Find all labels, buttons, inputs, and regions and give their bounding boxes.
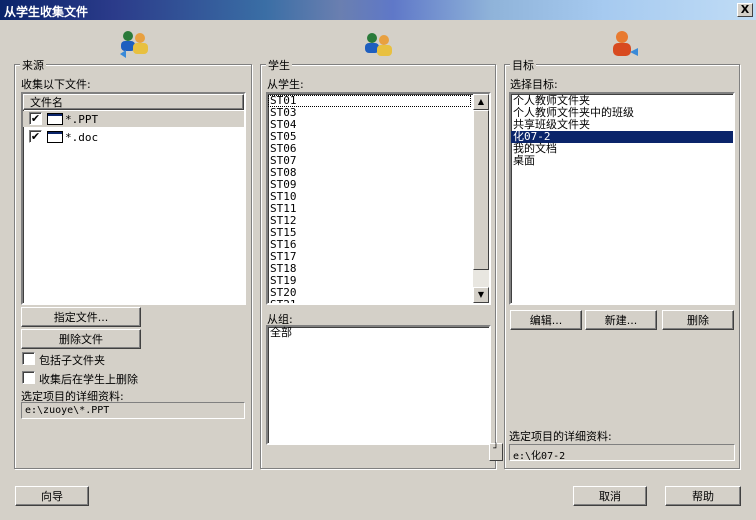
splitter-grip[interactable]: ┘ [489,443,503,461]
target-item[interactable]: 我的文档 [511,143,733,155]
file-checkbox[interactable]: ✔ [29,130,42,143]
target-detail-field: e:\化07-2 [509,444,735,462]
target-legend: 目标 [510,57,536,73]
include-subfolders-checkbox[interactable] [22,352,35,365]
student-item[interactable]: ST07 [268,155,471,167]
include-subfolders-label: 包括子文件夹 [39,354,105,367]
file-name: *.PPT [65,113,99,126]
select-target-label: 选择目标: [510,78,558,91]
student-item[interactable]: ST16 [268,239,471,251]
target-user-icon [613,31,638,56]
student-item[interactable]: ST18 [268,263,471,275]
collect-users-icon [120,31,148,58]
file-name: *.doc [65,131,99,144]
target-detail-label: 选定项目的详细资料: [509,430,612,443]
file-type-icon [47,131,63,143]
wizard-button[interactable]: 向导 [15,486,89,506]
delete-files-button[interactable]: 删除文件 [21,329,141,349]
student-item[interactable]: ST04 [268,119,471,131]
student-list[interactable]: ST01 ST03 ST04 ST05 ST06 ST07 ST08 ST09 ST10 ST11… [266,92,491,305]
specify-files-button[interactable]: 指定文件... [21,307,141,327]
student-item[interactable]: ST05 [268,131,471,143]
student-item[interactable]: ST19 [268,275,471,287]
close-button[interactable]: X [737,3,753,17]
cancel-button[interactable]: 取消 [573,486,647,506]
student-item[interactable]: ST08 [268,167,471,179]
scroll-down-arrow[interactable]: ▼ [473,287,489,303]
student-item[interactable]: ST09 [268,179,471,191]
target-list[interactable]: 个人教师文件夹 个人教师文件夹中的班级 共享班级文件夹 化07-2 我的文档 桌面 [509,92,735,305]
student-item[interactable]: ST20 [268,287,471,299]
file-row[interactable]: ✔ *.doc [23,129,244,145]
group-item[interactable]: 全部 [268,327,489,339]
student-item[interactable]: ST15 [268,227,471,239]
group-list[interactable]: 全部 [266,325,491,445]
delete-target-button[interactable]: 删除 [662,310,734,330]
filename-column-header[interactable]: 文件名 [23,94,244,110]
students-icon [365,33,392,56]
student-list-scrollbar[interactable]: ▲ ▼ [473,94,489,303]
file-row[interactable]: ✔ *.PPT [23,111,244,127]
new-target-button[interactable]: 新建... [585,310,657,330]
student-item[interactable]: ST10 [268,191,471,203]
scroll-thumb[interactable] [473,110,489,270]
student-item[interactable]: ST21 [268,299,471,304]
help-button[interactable]: 帮助 [665,486,741,506]
window-title: 从学生收集文件 [4,5,89,19]
source-detail-field: e:\zuoye\*.PPT [21,402,245,419]
student-item[interactable]: ST17 [268,251,471,263]
title-bar: 从学生收集文件 X [0,0,756,20]
delete-after-collect-label: 收集后在学生上删除 [39,373,138,386]
student-item[interactable]: ST01 [268,95,471,107]
file-checkbox[interactable]: ✔ [29,112,42,125]
student-item[interactable]: ST03 [268,107,471,119]
student-item[interactable]: ST06 [268,143,471,155]
collect-files-label: 收集以下文件: [21,78,91,91]
scroll-up-arrow[interactable]: ▲ [473,94,489,110]
file-list[interactable]: 文件名 ✔ *.PPT ✔ *.doc [21,92,246,305]
student-item[interactable]: ST12 [268,215,471,227]
edit-target-button[interactable]: 编辑... [510,310,582,330]
student-item[interactable]: ST11 [268,203,471,215]
delete-after-collect-checkbox[interactable] [22,371,35,384]
file-type-icon [47,113,63,125]
from-students-label: 从学生: [267,78,304,91]
target-item[interactable]: 桌面 [511,155,733,167]
students-legend: 学生 [266,57,292,73]
source-legend: 来源 [20,57,46,73]
